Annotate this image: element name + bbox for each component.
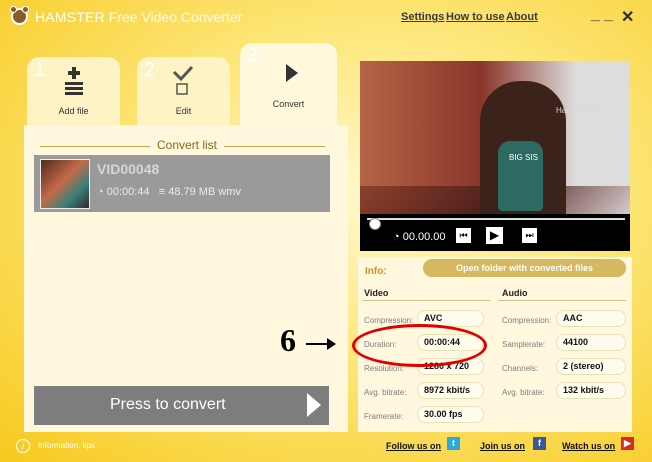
- app-window: HAMSTER Free Video Converter Settings Ho…: [0, 0, 652, 462]
- audio-heading-rule: [498, 300, 626, 301]
- edit-check-icon: [172, 65, 194, 95]
- tab-label: Add file: [58, 106, 89, 116]
- video-sign-text: Hamm Center: [556, 106, 606, 115]
- convert-button-label: Press to convert: [110, 396, 226, 413]
- maximize-button[interactable]: _: [604, 6, 613, 24]
- convert-list-title: Convert list: [150, 138, 225, 152]
- skip-forward-icon[interactable]: ⏭: [522, 228, 537, 243]
- seek-bar[interactable]: [367, 218, 625, 230]
- play-arrow-icon: [307, 393, 321, 417]
- title-bar: HAMSTER Free Video Converter Settings Ho…: [0, 0, 652, 34]
- video-thumbnail: [40, 159, 90, 209]
- menu-about[interactable]: About: [506, 11, 538, 23]
- annotation-arrow: [306, 338, 336, 350]
- audio-samplerate-key: Samplerate:: [502, 340, 546, 349]
- open-folder-button[interactable]: Open folder with converted files: [423, 259, 626, 277]
- file-name: VID00048: [97, 161, 160, 177]
- audio-compression-key: Compression:: [502, 316, 552, 325]
- app-title-rest: Free Video Converter: [108, 9, 243, 25]
- audio-heading: Audio: [502, 288, 528, 298]
- video-framerate-key: Framerate:: [364, 412, 404, 421]
- audio-channels-key: Channels:: [502, 364, 539, 373]
- convert-play-icon: [286, 64, 298, 82]
- audio-compression-value: AAC: [556, 310, 626, 327]
- audio-bitrate-value: 132 kbit/s: [556, 382, 626, 399]
- video-heading-rule: [362, 300, 490, 301]
- tab-label: Convert: [272, 99, 305, 109]
- watch-us-link[interactable]: Watch us on: [562, 441, 615, 451]
- follow-us-link[interactable]: Follow us on: [386, 441, 441, 451]
- menu-settings[interactable]: Settings: [401, 11, 444, 23]
- tab-number: 1: [34, 59, 46, 81]
- audio-channels-value: 2 (stereo): [556, 358, 626, 375]
- tab-number: 3: [247, 45, 259, 67]
- tab-label: Edit: [175, 106, 192, 116]
- info-icon[interactable]: i: [16, 439, 30, 453]
- list-icon: ≡: [158, 186, 166, 198]
- app-brand: HAMSTER: [35, 9, 105, 25]
- file-size-format: 48.79 MB wmv: [168, 186, 241, 198]
- facebook-icon[interactable]: f: [533, 437, 546, 450]
- close-button[interactable]: ✕: [621, 7, 634, 27]
- hamster-logo-icon: [10, 6, 29, 25]
- twitter-icon[interactable]: t: [447, 437, 460, 450]
- audio-samplerate-value: 44100: [556, 334, 626, 351]
- footer-tips: Information, tips: [38, 441, 95, 450]
- video-bitrate-key: Avg. bitrate:: [364, 388, 407, 397]
- video-shirt: [498, 141, 543, 211]
- timecode-value: 00.00.00: [402, 231, 446, 243]
- seek-knob[interactable]: [369, 218, 381, 230]
- footer-bar: [0, 432, 652, 462]
- menu-how-to-use[interactable]: How to use: [446, 11, 505, 23]
- audio-bitrate-key: Avg. bitrate:: [502, 388, 545, 397]
- tab-edit[interactable]: 2 Edit: [137, 57, 230, 127]
- skip-back-icon[interactable]: ⏮: [456, 228, 471, 243]
- tab-convert[interactable]: 3 Convert: [240, 43, 337, 135]
- video-framerate-value: 30.00 fps: [417, 406, 484, 423]
- player-timecode: ◔ 00.00.00: [393, 231, 446, 243]
- join-us-link[interactable]: Join us on: [480, 441, 525, 451]
- app-title: HAMSTER Free Video Converter: [35, 9, 242, 25]
- youtube-icon[interactable]: ▶: [621, 437, 634, 450]
- video-shirt-text: BIG SIS: [509, 153, 538, 162]
- file-duration: 00:00:44: [106, 186, 150, 198]
- annotation-highlight-ellipse: [352, 324, 487, 367]
- player-controls: ◔ 00.00.00 ⏮ ▶ ⏭: [360, 214, 630, 251]
- play-icon[interactable]: ▶: [486, 227, 503, 244]
- clock-icon: ◔: [97, 186, 104, 198]
- press-to-convert-button[interactable]: Press to convert: [34, 386, 329, 425]
- add-file-icon: [65, 67, 83, 95]
- video-heading: Video: [364, 288, 389, 298]
- video-bitrate-value: 8972 kbit/s: [417, 382, 484, 399]
- minimize-button[interactable]: _: [591, 6, 600, 24]
- info-label: Info:: [365, 266, 387, 277]
- tab-number: 2: [144, 59, 156, 81]
- file-meta: ◔ 00:00:44 ≡ 48.79 MB wmv: [97, 186, 241, 198]
- annotation-number: 6: [280, 322, 296, 358]
- convert-list-item[interactable]: VID00048 ◔ 00:00:44 ≡ 48.79 MB wmv: [34, 155, 330, 212]
- tab-add-file[interactable]: 1 Add file: [27, 57, 120, 127]
